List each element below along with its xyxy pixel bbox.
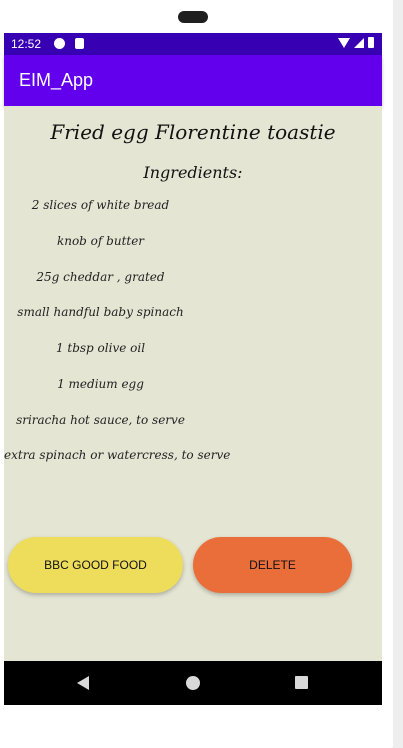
status-icons: [338, 37, 374, 48]
ingredient-item: extra spinach or watercress, to serve: [4, 448, 231, 462]
ingredient-item: 25g cheddar , grated: [36, 270, 165, 284]
battery-icon: [368, 37, 374, 48]
signal-icon: [354, 37, 364, 48]
ingredient-item: 2 slices of white bread: [31, 198, 170, 212]
ingredient-item: 1 medium egg: [57, 377, 144, 391]
navigation-bar: [4, 661, 382, 705]
ingredient-item: small handful baby spinach: [17, 305, 184, 319]
device-edge: [393, 0, 403, 748]
status-time: 12:52: [11, 37, 42, 51]
ingredients-heading: Ingredients:: [143, 163, 243, 182]
back-icon[interactable]: [77, 676, 89, 690]
recipe-content[interactable]: Fried egg Florentine toastie Ingredients…: [4, 106, 382, 661]
delete-button[interactable]: DELETE: [193, 537, 352, 593]
play-protect-icon: [54, 38, 65, 49]
ingredient-item: sriracha hot sauce, to serve: [16, 413, 185, 427]
app-title: EIM_App: [19, 70, 94, 90]
ingredient-item: 1 tbsp olive oil: [55, 341, 146, 355]
app-bar: EIM_App: [4, 55, 382, 106]
recents-icon[interactable]: [295, 676, 308, 689]
recipe-title: Fried egg Florentine toastie: [50, 120, 336, 144]
status-bar: 12:52: [4, 33, 382, 55]
wifi-icon: [338, 37, 350, 48]
ingredient-item: knob of butter: [56, 234, 145, 248]
sd-card-icon: [75, 38, 84, 49]
speaker-grille: [178, 11, 208, 23]
bbc-good-food-button[interactable]: BBC GOOD FOOD: [8, 537, 183, 593]
home-icon[interactable]: [186, 676, 200, 690]
